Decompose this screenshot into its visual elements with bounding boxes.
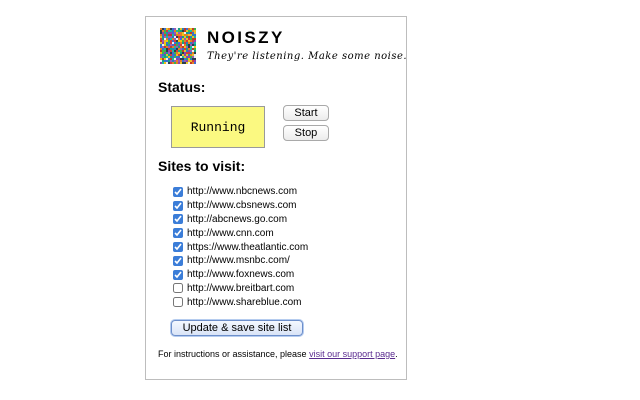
site-checkbox[interactable] [173, 200, 183, 211]
footer-text: For instructions or assistance, please [158, 349, 310, 359]
site-checkbox[interactable] [173, 297, 183, 308]
footer-suffix: . [395, 349, 398, 359]
site-url: http://www.nbcnews.com [187, 186, 298, 198]
site-url: http://www.cnn.com [187, 227, 274, 239]
site-list-item: http://www.nbcnews.com [173, 185, 308, 199]
noiszy-popup-panel: NOISZY They're listening. Make some nois… [145, 16, 407, 380]
site-checkbox[interactable] [173, 269, 183, 280]
status-indicator: Running [171, 106, 265, 148]
site-url: http://www.breitbart.com [187, 282, 295, 294]
site-list-item: http://www.shareblue.com [173, 295, 308, 309]
site-checkbox[interactable] [173, 214, 183, 225]
site-list-item: http://www.foxnews.com [173, 268, 308, 282]
update-save-site-list-button[interactable]: Update & save site list [171, 320, 303, 336]
sites-heading: Sites to visit: [158, 158, 246, 174]
site-url: http://abcnews.go.com [187, 213, 288, 225]
site-list-item: http://www.cbsnews.com [173, 199, 308, 213]
start-button[interactable]: Start [283, 105, 329, 121]
site-url: http://www.foxnews.com [187, 269, 295, 281]
site-checkbox[interactable] [173, 255, 183, 266]
noise-pattern-logo-icon [160, 28, 196, 64]
site-url: http://www.cbsnews.com [187, 200, 297, 212]
site-list-item: http://www.cnn.com [173, 226, 308, 240]
support-page-link[interactable]: visit our support page [309, 349, 395, 359]
app-title: NOISZY [207, 28, 285, 47]
site-checkbox[interactable] [173, 228, 183, 239]
app-tagline: They're listening. Make some noise. [207, 51, 408, 62]
status-heading: Status: [158, 79, 206, 95]
site-url: http://www.msnbc.com/ [187, 255, 290, 267]
site-url: http://www.shareblue.com [187, 296, 302, 308]
site-checkbox[interactable] [173, 242, 183, 253]
site-list-item: http://www.msnbc.com/ [173, 254, 308, 268]
site-list: http://www.nbcnews.com http://www.cbsnew… [173, 185, 308, 309]
site-checkbox[interactable] [173, 186, 183, 197]
stop-button[interactable]: Stop [283, 125, 329, 141]
site-list-item: https://www.theatlantic.com [173, 240, 308, 254]
site-list-item: http://abcnews.go.com [173, 213, 308, 227]
site-checkbox[interactable] [173, 283, 183, 294]
site-url: https://www.theatlantic.com [187, 241, 309, 253]
status-value: Running [190, 119, 246, 135]
support-footer: For instructions or assistance, please v… [158, 348, 398, 360]
site-list-item: http://www.breitbart.com [173, 282, 308, 296]
